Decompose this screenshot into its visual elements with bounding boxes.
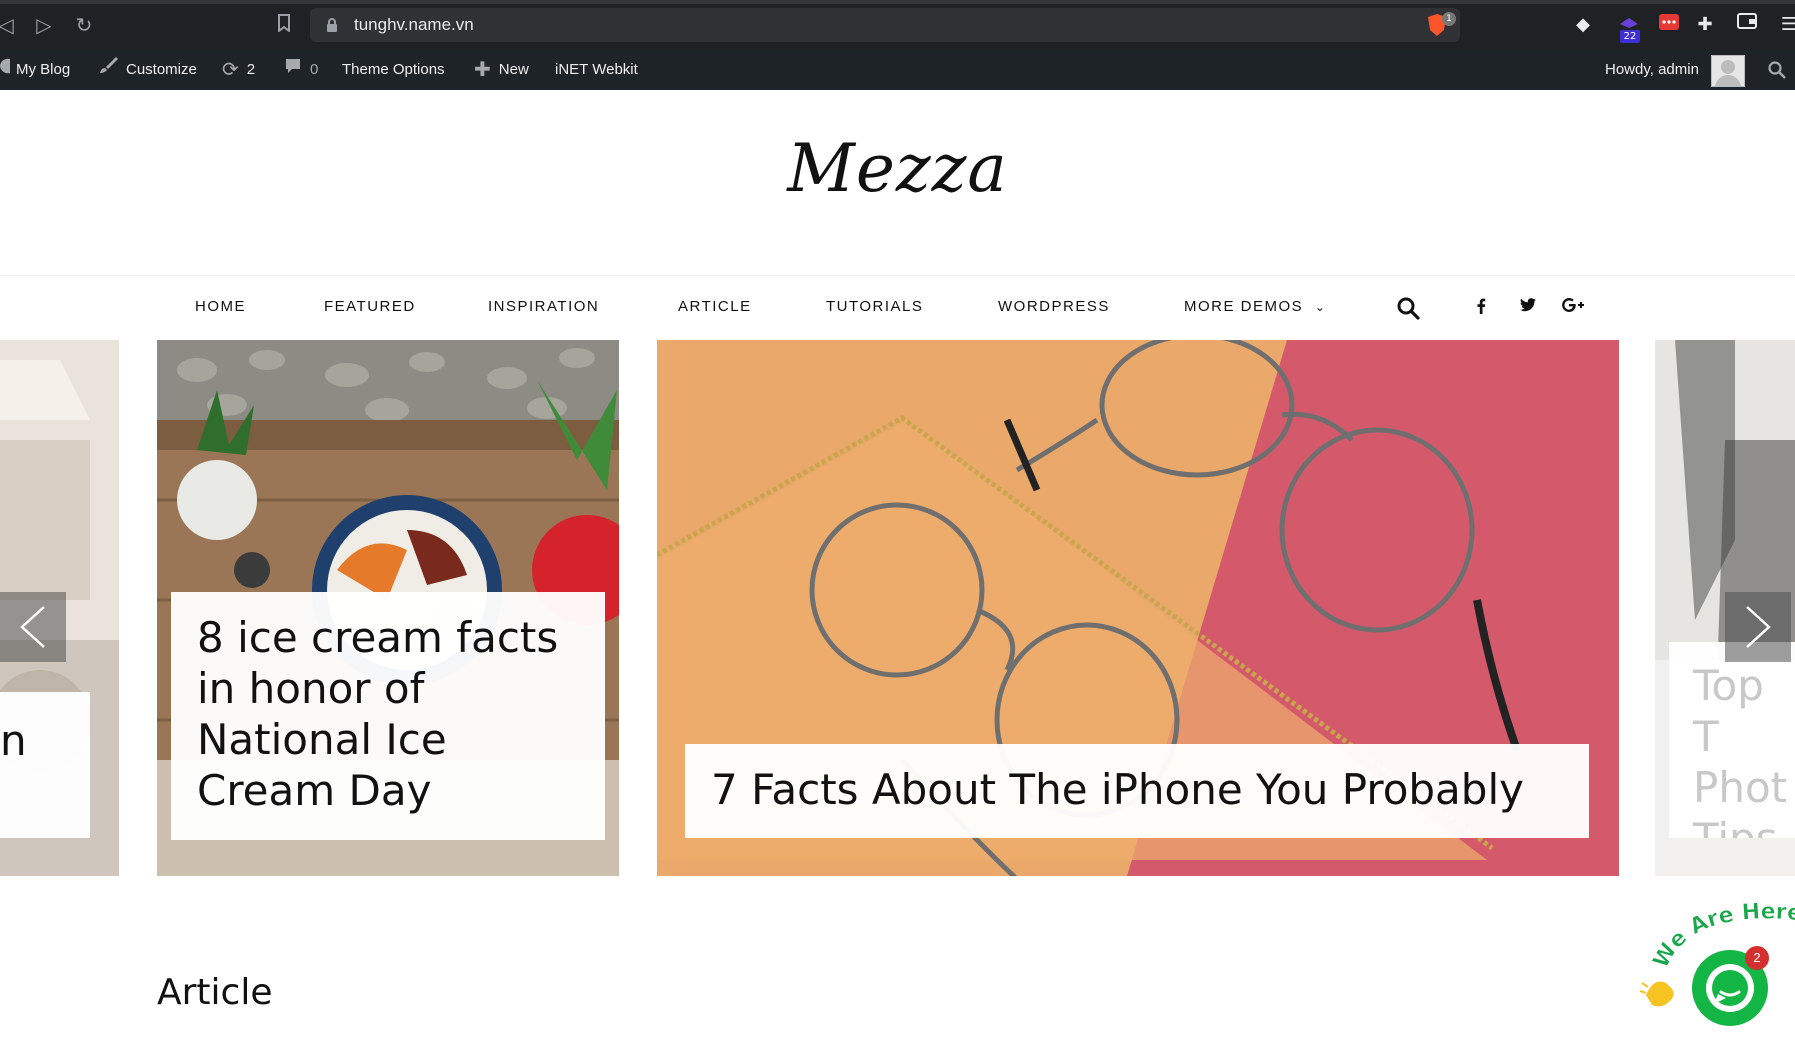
search-icon[interactable] xyxy=(1396,296,1420,324)
admin-site-link[interactable]: My Blog xyxy=(0,50,70,90)
nav-featured[interactable]: FEATURED xyxy=(324,298,416,315)
comments-count: 0 xyxy=(310,61,319,78)
nav-home[interactable]: HOME xyxy=(195,298,246,315)
reload-icon[interactable]: ↻ xyxy=(72,12,96,38)
slider-next-button[interactable] xyxy=(1725,592,1791,662)
extensions-puzzle-icon[interactable]: ✚ xyxy=(1692,12,1718,38)
brave-badge: 1 xyxy=(1442,12,1456,26)
url-text: tunghv.name.vn xyxy=(354,15,474,34)
avatar[interactable] xyxy=(1711,55,1745,87)
dashboard-icon xyxy=(0,50,10,90)
admin-theme-options-link[interactable]: Theme Options xyxy=(342,50,445,90)
chevron-down-icon: ⌄ xyxy=(1314,300,1327,314)
bookmark-icon[interactable] xyxy=(272,12,296,38)
slide-prev-caption: n xyxy=(0,692,90,838)
plus-icon: ✚ xyxy=(474,59,491,82)
nav-inspiration[interactable]: INSPIRATION xyxy=(488,298,599,315)
nav-more-demos-label: MORE DEMOS xyxy=(1184,298,1304,315)
google-plus-icon[interactable] xyxy=(1562,298,1584,316)
updates-icon: ⟳ xyxy=(222,59,239,82)
wp-admin-bar: My Blog Customize ⟳ 2 0 Theme Options ✚ Ne… xyxy=(0,50,1795,90)
slide-next-caption: Top T Phot Tips xyxy=(1669,642,1795,838)
slide-ice-cream[interactable]: 8 ice cream facts in honor of National I… xyxy=(157,340,619,876)
nav-article[interactable]: ARTICLE xyxy=(678,298,752,315)
comment-icon xyxy=(284,50,302,90)
updates-count: 2 xyxy=(246,61,256,78)
extension-dots-icon[interactable] xyxy=(1656,12,1682,38)
twitter-icon[interactable] xyxy=(1520,298,1536,316)
slide-iphone[interactable]: 7 Facts About The iPhone You Probably xyxy=(657,340,1619,876)
admin-new-link[interactable]: ✚ New xyxy=(474,50,529,90)
browser-toolbar: ◁ ▷ ↻ tunghv.name.vn 1 ◆ 22 ✚ ☰ xyxy=(0,0,1795,50)
facebook-icon[interactable] xyxy=(1476,298,1486,318)
admin-customize-label: Customize xyxy=(126,61,197,78)
slide-ice-cream-title[interactable]: 8 ice cream facts in honor of National I… xyxy=(171,592,605,840)
back-icon[interactable]: ◁ xyxy=(0,12,18,38)
nav-tutorials[interactable]: TUTORIALS xyxy=(826,298,923,315)
slider-prev-button[interactable] xyxy=(0,592,66,662)
extension-pin-icon[interactable]: ◆ xyxy=(1570,12,1596,38)
admin-new-label: New xyxy=(498,61,529,78)
forward-icon[interactable]: ▷ xyxy=(32,12,56,38)
wallet-icon[interactable] xyxy=(1734,12,1760,38)
extension-badge: 22 xyxy=(1620,30,1640,43)
waving-hand-icon xyxy=(1639,975,1680,1016)
admin-search-icon[interactable] xyxy=(1768,50,1786,90)
slide-iphone-title[interactable]: 7 Facts About The iPhone You Probably xyxy=(685,744,1589,838)
menu-icon[interactable]: ☰ xyxy=(1776,12,1795,38)
section-title-article: Article xyxy=(157,972,273,1013)
brush-icon xyxy=(98,50,118,90)
admin-howdy-link[interactable]: Howdy, admin xyxy=(1605,50,1699,90)
tab-strip xyxy=(0,0,1795,4)
chat-unread-badge: 2 xyxy=(1745,946,1769,970)
admin-comments-link[interactable]: 0 xyxy=(284,50,318,90)
chevron-right-icon xyxy=(1746,606,1771,648)
lock-icon xyxy=(326,17,338,33)
admin-customize-link[interactable]: Customize xyxy=(98,50,197,90)
site-logo[interactable]: Mezza xyxy=(0,130,1795,207)
admin-updates-link[interactable]: ⟳ 2 xyxy=(222,50,255,90)
address-bar[interactable]: tunghv.name.vn xyxy=(310,8,1460,42)
nav-more-demos[interactable]: MORE DEMOS ⌄ xyxy=(1184,298,1326,315)
admin-site-label: My Blog xyxy=(16,61,71,78)
chevron-left-icon xyxy=(20,606,45,648)
admin-webkit-link[interactable]: iNET Webkit xyxy=(555,50,638,90)
main-navigation: HOME FEATURED INSPIRATION ARTICLE TUTORI… xyxy=(0,275,1795,339)
nav-wordpress[interactable]: WORDPRESS xyxy=(998,298,1110,315)
